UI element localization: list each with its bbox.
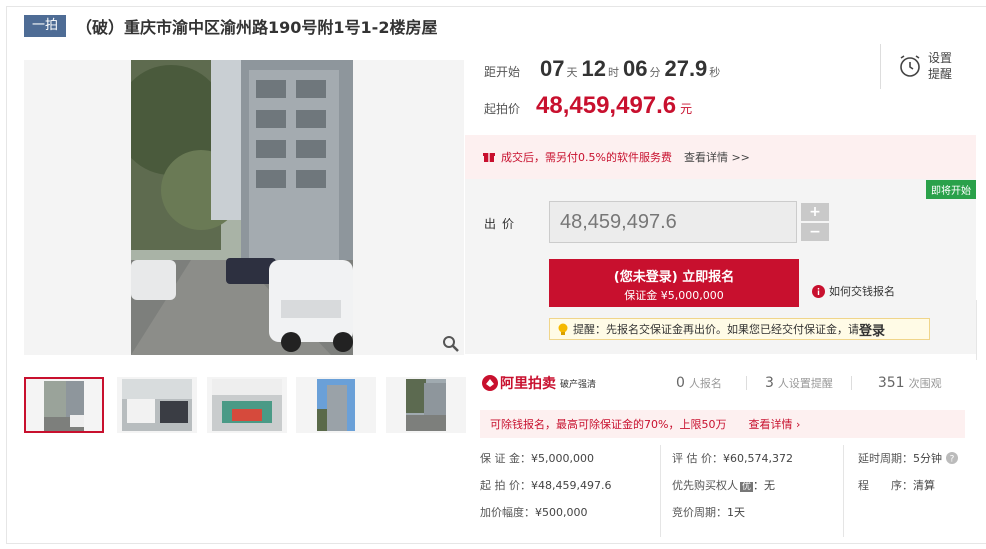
ali-auction-icon — [482, 375, 498, 391]
set-reminder-button[interactable]: 设置 提醒 — [898, 50, 952, 82]
countdown: 距开始 07 天 12 时 06 分 27.9 秒 — [484, 56, 720, 82]
pool-details-link[interactable]: 查看详情 › — [748, 416, 800, 432]
thumbnail-5[interactable] — [386, 377, 466, 433]
help-icon[interactable]: ? — [946, 452, 958, 464]
registered-count: 0 人报名 — [676, 375, 722, 391]
lightbulb-icon — [558, 323, 568, 335]
delay-info: 延时周期： 5分钟 ? — [858, 450, 958, 466]
thumbnail-strip — [24, 377, 466, 433]
zoom-icon[interactable] — [442, 335, 460, 353]
main-image-viewer[interactable] — [24, 60, 464, 355]
register-deposit: 保证金 ¥5,000,000 — [624, 289, 724, 302]
pool-text: 可除钱报名，最高可除保证金的70%，上限50万 — [490, 418, 727, 431]
svg-text:?: ? — [950, 455, 955, 465]
register-button[interactable]: (您未登录) 立即报名 保证金 ¥5,000,000 — [549, 259, 799, 307]
alarm-clock-icon — [900, 55, 920, 77]
decrease-bid-button[interactable]: − — [801, 223, 829, 241]
tip-text: 提醒：先报名交保证金再出价。如果您已经交付保证金，请 — [573, 323, 859, 336]
start-price-label: 起拍价 — [484, 102, 521, 116]
countdown-seconds-unit: 秒 — [709, 66, 721, 79]
notice-text: 成交后，需另付0.5%的软件服务费 — [501, 151, 672, 164]
increase-bid-button[interactable]: + — [801, 203, 829, 221]
deposit-info: 保 证 金：¥5,000,000 — [480, 452, 594, 465]
property-photo — [131, 60, 353, 355]
divider — [843, 445, 844, 537]
how-to-register-text: 如何交钱报名 — [829, 285, 895, 298]
reminder-line2: 提醒 — [928, 67, 953, 81]
start-price: 起拍价 48,459,497.6 元 — [484, 92, 692, 120]
start-price-value: 48,459,497.6 — [536, 92, 677, 119]
logo-text: 阿里拍卖 — [500, 376, 556, 392]
bid-box: 即将开始 出价 48,459,497.6 + − (您未登录) 立即报名 保证金… — [465, 179, 976, 354]
countdown-minutes-unit: 分 — [649, 66, 661, 79]
title-row: 一拍 （破）重庆市渝中区渝州路190号附1号1-2楼房屋 — [24, 14, 437, 38]
status-badge: 即将开始 — [926, 180, 976, 199]
appraisal-info: 评 估 价：¥60,574,372 — [672, 452, 793, 465]
thumbnail-1[interactable] — [24, 377, 104, 433]
auction-round-tag: 一拍 — [24, 15, 67, 37]
divider — [880, 44, 881, 89]
divider — [976, 300, 977, 360]
login-link[interactable]: 登录 — [859, 320, 885, 339]
bid-input[interactable]: 48,459,497.6 — [549, 201, 797, 243]
ali-auction-logo: 阿里拍卖 破产强清 — [482, 373, 596, 393]
countdown-seconds: 27.9 — [664, 56, 708, 81]
start-price-info: 起 拍 价：¥48,459,497.6 — [480, 479, 612, 492]
procedure-info: 程 序：清算 — [858, 479, 935, 492]
priority-badge: 优 — [740, 482, 754, 492]
auction-stats: 阿里拍卖 破产强清 0 人报名 3 人设置提醒 351 次围观 — [482, 370, 966, 396]
thumbnail-2[interactable] — [117, 377, 197, 433]
reminders-unit: 人设置提醒 — [777, 377, 833, 390]
views-unit: 次围观 — [908, 377, 942, 390]
reminder-line1: 设置 — [928, 51, 953, 65]
bid-label: 出价 — [484, 217, 521, 231]
registered-num: 0 — [676, 375, 685, 391]
divider — [660, 445, 661, 537]
countdown-hours-unit: 时 — [607, 66, 619, 79]
countdown-hours: 12 — [581, 56, 606, 81]
views-num: 351 — [877, 375, 905, 391]
page-title: （破）重庆市渝中区渝州路190号附1号1-2楼房屋 — [76, 18, 438, 37]
countdown-minutes: 06 — [622, 56, 648, 81]
registered-unit: 人报名 — [688, 377, 722, 390]
countdown-days: 07 — [540, 56, 565, 81]
gift-icon — [483, 153, 495, 162]
countdown-days-unit: 天 — [566, 66, 578, 79]
divider — [745, 376, 747, 390]
thumbnail-3[interactable] — [207, 377, 287, 433]
info-icon — [812, 284, 825, 298]
bid-cycle-info: 竞价周期：1天 — [672, 506, 745, 519]
reminder-count: 3 人设置提醒 — [765, 375, 833, 391]
register-label: (您未登录) 立即报名 — [613, 270, 735, 285]
deposit-pool-banner: 可除钱报名，最高可除保证金的70%，上限50万 查看详情 › — [480, 410, 965, 438]
logo-subtitle: 破产强清 — [560, 379, 597, 390]
increment-info: 加价幅度：¥500,000 — [480, 506, 588, 519]
start-price-unit: 元 — [680, 102, 693, 116]
login-tip: 提醒：先报名交保证金再出价。如果您已经交付保证金，请 登录 — [549, 318, 930, 340]
view-count: 351 次围观 — [878, 375, 942, 391]
countdown-label: 距开始 — [484, 65, 521, 79]
divider — [850, 376, 852, 390]
priority-buyer-info: 优先购买权人优：无 — [672, 479, 776, 492]
service-fee-notice: 成交后，需另付0.5%的软件服务费 查看详情 >> — [465, 135, 976, 179]
thumbnail-4[interactable] — [296, 377, 376, 433]
how-to-register-link[interactable]: 如何交钱报名 — [812, 283, 895, 299]
reminders-num: 3 — [764, 375, 774, 391]
notice-details-link[interactable]: 查看详情 >> — [684, 149, 750, 165]
